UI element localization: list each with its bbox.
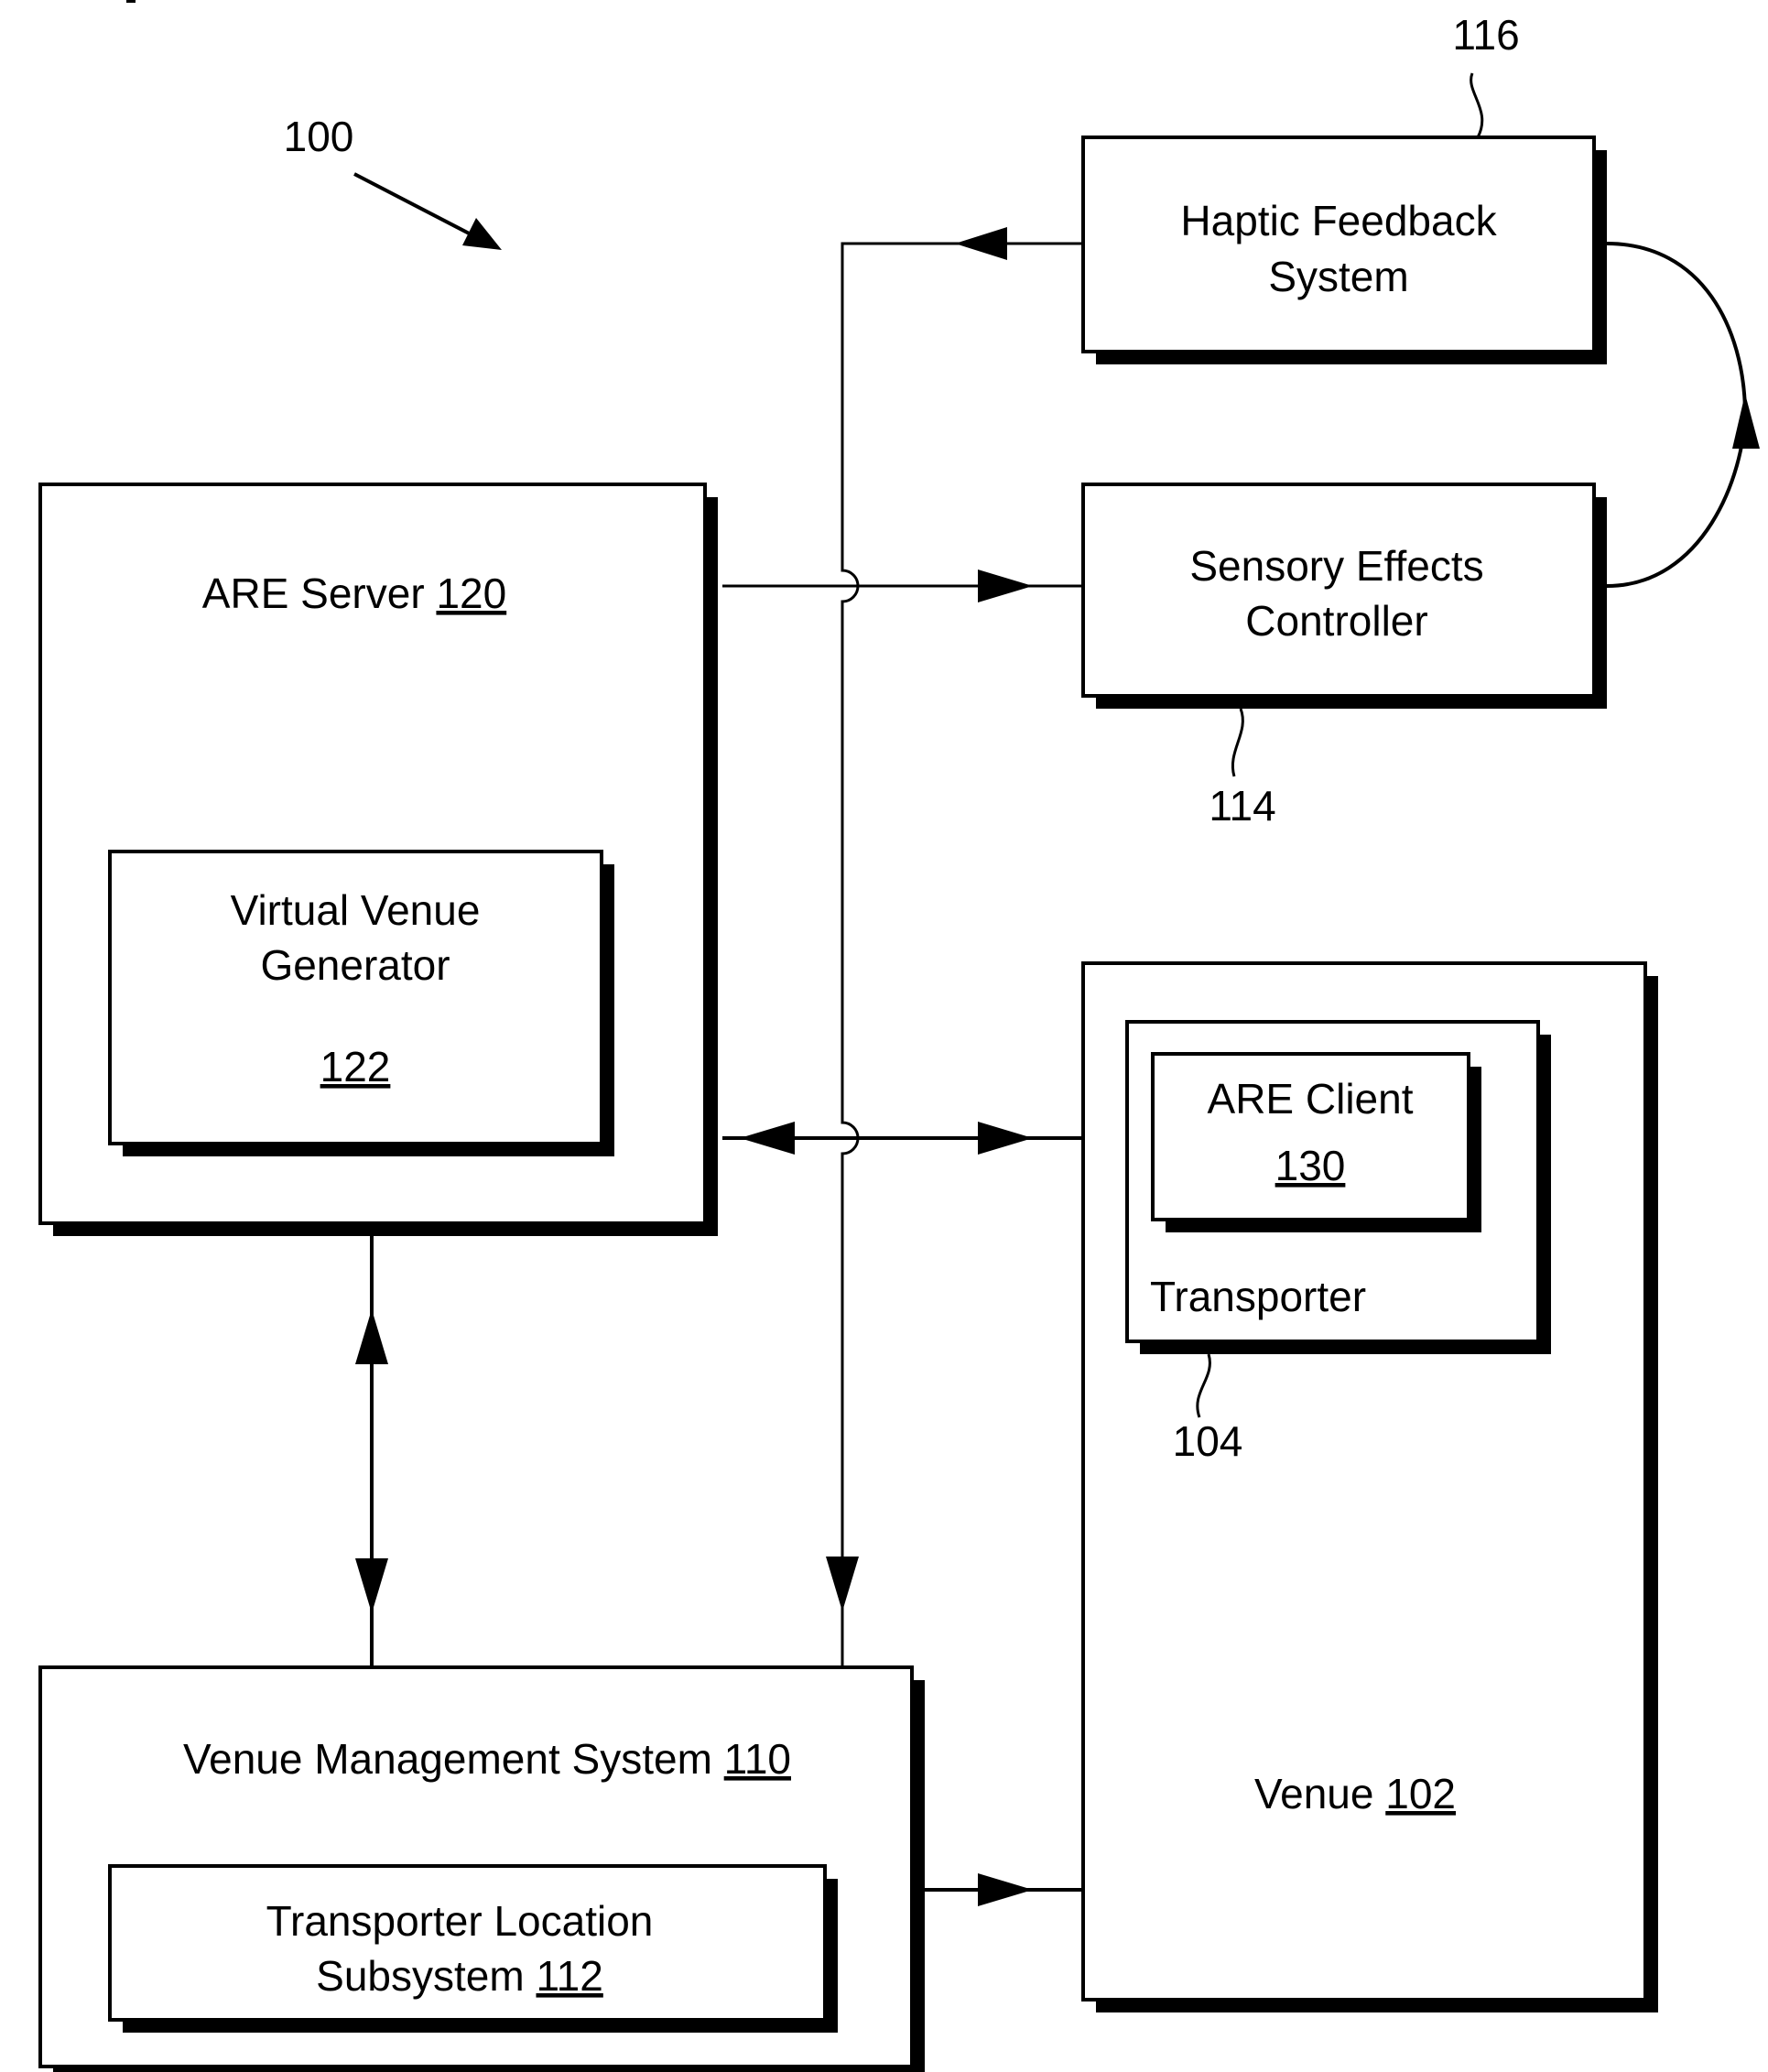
sensory-label-line2: Controller	[1245, 597, 1427, 645]
are-client-ref: 130	[1275, 1142, 1346, 1189]
haptic-feedback-system-block[interactable]: Haptic Feedback System	[1081, 136, 1607, 364]
sensory-callout-number: 114	[1209, 782, 1275, 830]
sensory-label-line1: Sensory Effects	[1189, 542, 1483, 590]
vvg-label-line2: Generator	[260, 941, 450, 989]
transporter-location-subsystem-block[interactable]: Transporter Location Subsystem 112	[108, 1864, 838, 2033]
system-diagram: 100 Haptic Feedback System 116 Sensory E…	[38, 0, 1760, 2072]
sensory-callout-leader	[1231, 708, 1244, 777]
haptic-label-line2: System	[1268, 253, 1408, 300]
are-server-label: ARE Server 120	[202, 570, 506, 617]
haptic-label-line1: Haptic Feedback	[1180, 197, 1497, 244]
tls-label-line1: Transporter Location	[266, 1897, 654, 1945]
vms-to-venue-arrow	[925, 1873, 1083, 1906]
sensory-to-haptic-arrow	[1606, 242, 1760, 588]
figure-pointer-arrow	[353, 172, 502, 250]
transporter-callout-number: 104	[1173, 1417, 1243, 1465]
are-to-sensory-arrow	[722, 570, 1083, 602]
figure-label: 100	[284, 113, 354, 160]
are-server-vms-arrow	[355, 1236, 388, 1667]
vvg-ref: 122	[320, 1043, 391, 1090]
are-client-block[interactable]: ARE Client 130	[1151, 1052, 1481, 1232]
are-client-label: ARE Client	[1208, 1075, 1414, 1123]
haptic-callout-leader	[1470, 72, 1484, 138]
vms-label: Venue Management System 110	[183, 1735, 791, 1783]
haptic-callout-number: 116	[1452, 11, 1519, 59]
virtual-venue-generator-block[interactable]: Virtual Venue Generator 122	[108, 850, 614, 1156]
haptic-to-vms-bus	[826, 227, 1083, 1667]
sensory-effects-controller-block[interactable]: Sensory Effects Controller	[1081, 483, 1607, 709]
tls-label-line2: Subsystem 112	[316, 1952, 603, 2000]
transporter-label: Transporter	[1150, 1273, 1366, 1320]
venue-label: Venue 102	[1254, 1770, 1456, 1817]
vvg-label-line1: Virtual Venue	[231, 886, 481, 934]
top-stub-mark	[126, 0, 136, 3]
